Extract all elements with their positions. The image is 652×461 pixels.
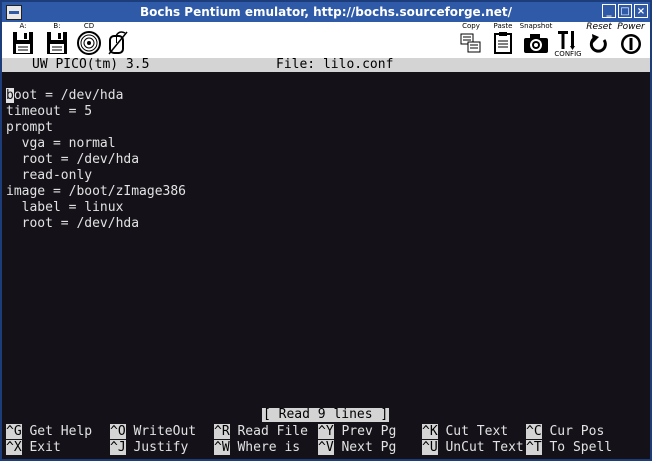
minimize-button[interactable]: _ [602,4,616,18]
shortcut-get-help[interactable]: ^G Get Help [6,424,92,440]
floppy-disk-icon [13,32,33,54]
shortcut-exit[interactable]: ^X Exit [6,440,61,456]
reset-icon [589,34,607,53]
bochs-toolbar: A: B: CD Copy Paste Snapshot CONFIG Rese… [2,22,650,59]
cdrom-icon [77,31,101,55]
editor-text-area[interactable]: boot = /dev/hda timeout = 5 prompt vga =… [6,88,186,232]
shortcut-uncut-text[interactable]: ^U UnCut Text [422,440,524,456]
text-line: read-only [6,168,93,183]
snapshot-label: Snapshot [519,22,553,30]
config-label: CONFIG [554,50,582,58]
shortcut-read-file[interactable]: ^R Read File [214,424,308,440]
power-icon [621,34,641,54]
shortcut-writeout[interactable]: ^O WriteOut [110,424,196,440]
shortcut-cut-text[interactable]: ^K Cut Text [422,424,508,440]
paste-button[interactable]: Paste [488,22,518,58]
config-button[interactable]: CONFIG [554,22,582,58]
reset-button[interactable]: Reset [584,22,614,58]
text-line: image = /boot/zImage386 [6,184,187,199]
camera-icon [524,34,548,53]
paste-icon [494,32,512,54]
shortcut-cur-pos[interactable]: ^C Cur Pos [526,424,604,440]
text-line: label = linux [6,200,124,215]
shortcut-prev-pg[interactable]: ^Y Prev Pg [318,424,396,440]
reset-label: Reset [586,22,612,32]
copy-label: Copy [462,22,480,30]
cdrom-button[interactable]: CD [74,22,104,58]
shortcut-justify[interactable]: ^J Justify [110,440,188,456]
floppy-b-button[interactable]: B: [42,22,72,58]
shortcut-to-spell[interactable]: ^T To Spell [526,440,612,456]
copy-button[interactable]: Copy [456,22,486,58]
text-line: vga = normal [6,136,116,151]
config-icon [558,31,575,50]
text-line: timeout = 5 [6,104,93,119]
power-button[interactable]: Power [614,22,648,58]
window-controls: _ □ × [602,4,648,18]
text-line: boot = /dev/hda [6,88,124,103]
maximize-button[interactable]: □ [618,4,632,18]
title-bar[interactable]: Bochs Pentium emulator, http://bochs.sou… [2,2,650,22]
floppy-a-label: A: [19,22,27,30]
mouse-icon [108,31,128,55]
text-line: root = /dev/hda [6,216,140,231]
close-button[interactable]: × [634,4,648,18]
text-line: root = /dev/hda [6,152,140,167]
status-message: [ Read 9 lines ] [262,407,390,422]
copy-icon [460,33,481,53]
cdrom-label: CD [83,22,95,30]
window-title: Bochs Pentium emulator, http://bochs.sou… [139,5,513,19]
text-line: prompt [6,120,53,135]
app-name: UW PICO(tm) 3.5 [32,57,150,72]
window-menu-icon[interactable] [6,5,22,20]
shortcut-next-pg[interactable]: ^V Next Pg [318,440,396,456]
power-label: Power [617,22,645,32]
file-name: File: lilo.conf [276,57,394,72]
floppy-b-label: B: [53,22,61,30]
pico-header-bar: UW PICO(tm) 3.5 File: lilo.conf [2,58,650,72]
text-cursor: b [6,88,14,103]
snapshot-button[interactable]: Snapshot [518,22,554,58]
shortcut-where-is[interactable]: ^W Where is [214,440,300,456]
bochs-window: Bochs Pentium emulator, http://bochs.sou… [0,0,652,461]
mouse-button[interactable] [106,22,130,58]
terminal-screen[interactable]: UW PICO(tm) 3.5 File: lilo.conf boot = /… [2,58,650,459]
paste-label: Paste [493,22,513,30]
floppy-a-button[interactable]: A: [8,22,38,58]
floppy-disk-icon [47,32,67,54]
